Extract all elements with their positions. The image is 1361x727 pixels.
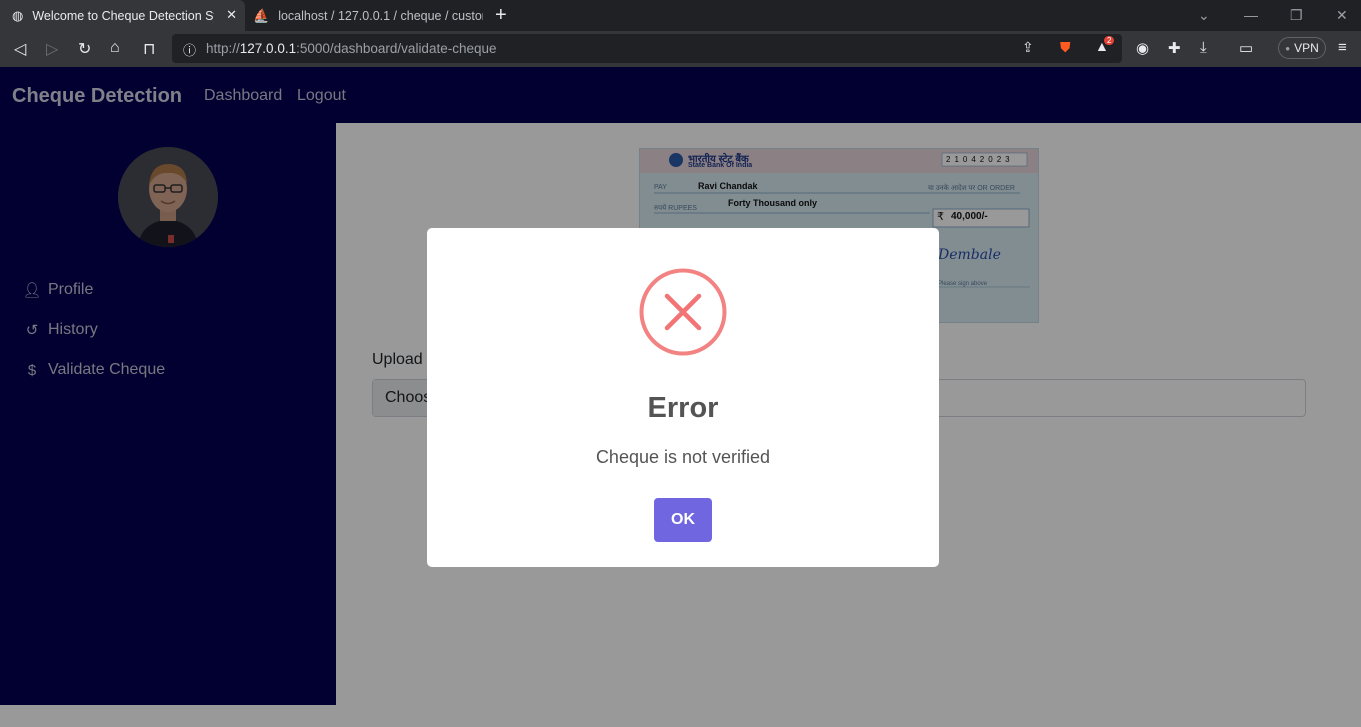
vpn-button[interactable]: ● VPN (1278, 37, 1326, 59)
url-text[interactable]: http://127.0.0.1:5000/dashboard/validate… (206, 41, 497, 56)
phpmyadmin-icon: ⛵ (253, 7, 270, 23)
bookmark-icon[interactable]: ⊓ (143, 39, 155, 59)
tab-phpmyadmin[interactable]: ⛵ localhost / 127.0.0.1 / cheque / custo… (245, 0, 485, 31)
new-tab-icon[interactable]: + (495, 4, 507, 27)
reload-icon[interactable]: ↻ (78, 39, 91, 59)
rewards-badge: 2 (1104, 36, 1115, 45)
extension-owl-icon[interactable]: ◉ (1136, 39, 1149, 57)
home-icon[interactable]: ⌂ (110, 39, 120, 57)
dialog-title: Error (647, 392, 719, 424)
wallet-icon[interactable]: ▭ (1239, 39, 1253, 57)
browser-toolbar: ◁ ▷ ↻ ⌂ ⊓ ⓘ http://127.0.0.1:5000/dashbo… (0, 31, 1361, 67)
error-x-icon (639, 268, 727, 356)
tab-search-icon[interactable]: ⌄ (1198, 7, 1210, 24)
forward-icon[interactable]: ▷ (46, 39, 58, 59)
vpn-status-dot-icon: ● (1285, 43, 1291, 53)
back-icon[interactable]: ◁ (14, 39, 26, 59)
menu-icon[interactable]: ≡ (1338, 39, 1347, 56)
browser-tab-bar: ◍ Welcome to Cheque Detection Sy ✕ ⛵ loc… (0, 0, 1361, 31)
restore-icon[interactable]: ❐ (1290, 7, 1303, 24)
ok-button[interactable]: OK (654, 498, 712, 542)
extensions-icon[interactable]: ✚ (1168, 39, 1181, 57)
tab-title: localhost / 127.0.0.1 / cheque / custom (278, 8, 484, 23)
error-dialog: Error Cheque is not verified OK (427, 228, 939, 567)
vpn-label: VPN (1294, 41, 1319, 55)
dialog-message: Cheque is not verified (595, 447, 771, 467)
share-icon[interactable]: ⇪ (1022, 39, 1034, 56)
globe-icon: ◍ (12, 7, 24, 23)
minimize-icon[interactable]: — (1244, 7, 1258, 23)
address-bar[interactable]: ⓘ http://127.0.0.1:5000/dashboard/valida… (172, 34, 1122, 63)
brave-shield-icon[interactable]: ⛊ (1060, 39, 1071, 56)
tab-cheque-detection[interactable]: ◍ Welcome to Cheque Detection Sy ✕ (0, 0, 245, 31)
close-tab-icon[interactable]: ✕ (226, 7, 237, 23)
close-window-icon[interactable]: ✕ (1336, 7, 1348, 24)
download-icon[interactable]: ⤓ (1200, 39, 1207, 56)
info-icon[interactable]: ⓘ (183, 40, 196, 59)
tab-title: Welcome to Cheque Detection Sy (32, 8, 215, 23)
